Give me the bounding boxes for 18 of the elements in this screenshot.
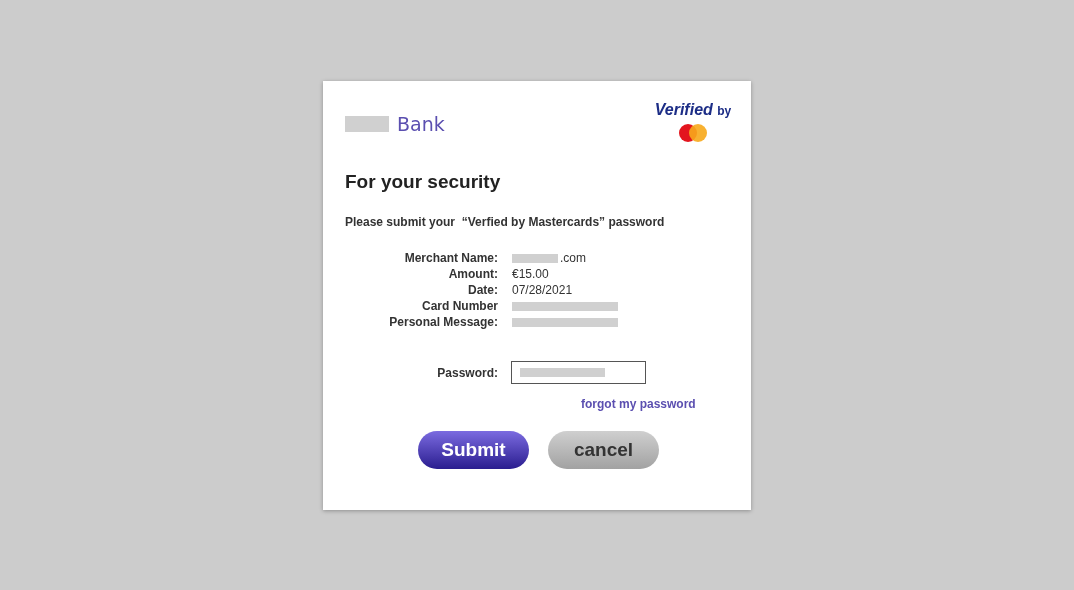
detail-value: €15.00 <box>512 267 549 281</box>
bank-name: Bank <box>397 113 445 135</box>
password-label: Password: <box>436 365 498 380</box>
detail-label: Amount: <box>447 267 498 281</box>
instruction-text: Please submit your “Verfied by Mastercards” password <box>345 215 666 229</box>
submit-button[interactable]: Submit <box>418 431 529 469</box>
detail-value: 07/28/2021 <box>512 283 573 297</box>
forgot-password-link[interactable]: forgot my password <box>581 397 696 411</box>
heading: For your security <box>345 171 502 193</box>
detail-label: Personal Message: <box>388 315 498 329</box>
password-field[interactable] <box>511 361 646 384</box>
cancel-button[interactable]: cancel <box>548 431 659 469</box>
detail-label: Merchant Name: <box>403 251 498 265</box>
detail-value: .com <box>560 251 586 265</box>
verified-text: Verified by <box>654 101 732 119</box>
detail-label: Card Number <box>421 299 498 313</box>
card-logo-icon <box>676 123 710 143</box>
detail-label: Date: <box>467 283 498 297</box>
